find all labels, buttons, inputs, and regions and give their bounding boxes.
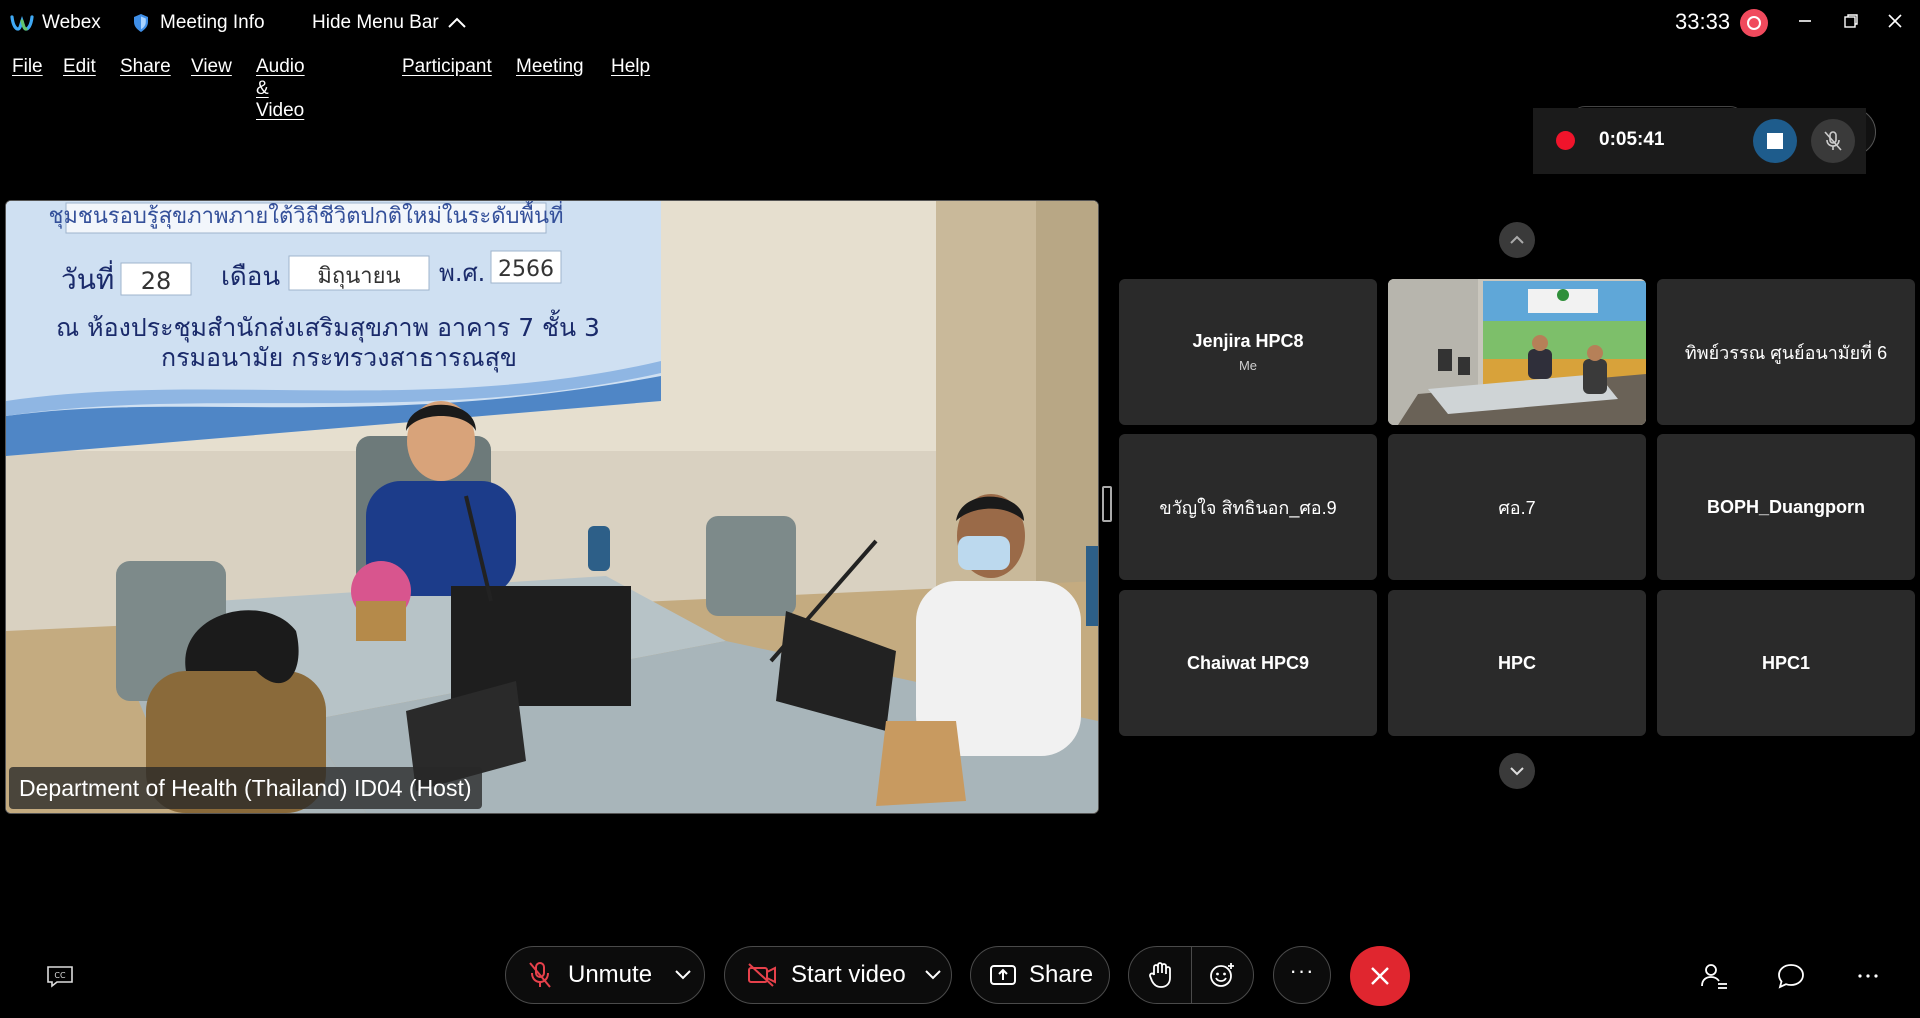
mic-muted-icon: [529, 962, 551, 988]
layout-splitter-handle[interactable]: [1102, 486, 1112, 522]
record-dot-icon: [1556, 131, 1575, 150]
menu-view[interactable]: View: [191, 56, 232, 78]
close-window-button[interactable]: [1872, 6, 1918, 36]
more-horizontal-icon: ···: [1289, 958, 1315, 983]
recording-mic-button[interactable]: [1811, 119, 1855, 163]
participant-tile-sor7[interactable]: ศอ.7: [1388, 434, 1646, 580]
banner-month-prefix: เดือน: [221, 262, 280, 292]
banner-title-text: ชุมชนรอบรู้สุขภาพภายใต้วิถีชีวิตปกติใหม่…: [48, 201, 563, 229]
closed-captions-button[interactable]: CC: [42, 958, 78, 994]
participant-self-tag: Me: [1238, 358, 1258, 373]
chat-bubble-icon: [1778, 964, 1804, 989]
webex-logo-icon: [10, 15, 34, 31]
start-video-label: Start video: [791, 961, 906, 988]
share-screen-icon: [990, 965, 1016, 985]
host-name-label: Department of Health (Thailand) ID04 (Ho…: [9, 767, 482, 809]
share-label: Share: [1029, 961, 1094, 988]
participant-tile-hpc1[interactable]: HPC1: [1657, 590, 1915, 736]
meeting-timer: 33:33: [1675, 9, 1731, 34]
app-name: Webex: [42, 12, 101, 33]
video-off-icon: [748, 963, 776, 987]
menu-share[interactable]: Share: [120, 56, 171, 78]
gallery-scroll-down-button[interactable]: [1499, 753, 1535, 789]
menu-help[interactable]: Help: [611, 56, 650, 78]
participant-tile-chaiwat[interactable]: Chaiwat HPC9: [1119, 590, 1377, 736]
participants-panel-button[interactable]: [1696, 958, 1732, 994]
restore-button[interactable]: [1828, 6, 1874, 36]
close-icon: [1888, 14, 1902, 28]
participant-tile-video[interactable]: [1388, 279, 1646, 425]
participant-video-feed: [1388, 279, 1646, 425]
participant-tile-hpc[interactable]: HPC: [1388, 590, 1646, 736]
menu-audio-video[interactable]: Audio & Video: [256, 56, 305, 122]
banner-day: 28: [141, 267, 172, 295]
hide-menu-bar-button[interactable]: Hide Menu Bar: [312, 10, 467, 36]
webex-app-label[interactable]: Webex: [10, 10, 101, 36]
participant-tile-jenjira[interactable]: Jenjira HPC8 Me: [1119, 279, 1377, 425]
recording-elapsed-time: 0:05:41: [1599, 129, 1665, 150]
gallery-scroll-up-button[interactable]: [1499, 222, 1535, 258]
minimize-button[interactable]: [1782, 6, 1828, 36]
cc-icon-glyph: CC: [54, 971, 66, 980]
participant-name: ขวัญใจ สิทธินอก_ศอ.9: [1159, 497, 1337, 518]
title-bar: Webex Meeting Info Hide Menu Bar 33:33: [0, 0, 1920, 46]
unmute-label: Unmute: [568, 961, 653, 988]
banner-year: 2566: [498, 257, 554, 282]
banner-year-prefix: พ.ศ.: [439, 259, 485, 287]
chevron-up-icon: [448, 17, 466, 28]
emoji-icon: [1210, 963, 1235, 987]
chevron-down-icon: [1510, 767, 1524, 776]
menu-file[interactable]: File: [12, 56, 43, 78]
meeting-info-button[interactable]: Meeting Info: [132, 10, 265, 36]
minimize-icon: [1799, 20, 1811, 22]
participant-name: HPC: [1497, 652, 1536, 673]
chat-panel-button[interactable]: [1773, 958, 1809, 994]
participant-tile-kwanjai[interactable]: ขวัญใจ สิทธินอก_ศอ.9: [1119, 434, 1377, 580]
more-options-button[interactable]: ···: [1273, 946, 1331, 1004]
stop-icon: [1767, 133, 1783, 149]
close-icon: [1371, 967, 1389, 985]
more-horizontal-icon: [1858, 974, 1878, 978]
reactions-group: [1128, 946, 1254, 1004]
share-button[interactable]: Share: [970, 946, 1110, 1004]
restore-icon: [1844, 14, 1858, 28]
banner-location-text: ณ ห้องประชุมสำนักส่งเสริมสุขภาพ อาคาร 7 …: [56, 309, 600, 343]
hide-menu-bar-label: Hide Menu Bar: [312, 12, 439, 33]
leave-meeting-button[interactable]: [1350, 946, 1410, 1006]
participant-tile-tippawan[interactable]: ทิพย์วรรณ ศูนย์อนามัยที่ 6: [1657, 279, 1915, 425]
banner-month: มิถุนายน: [317, 264, 400, 289]
chevron-up-icon: [1510, 235, 1524, 244]
menu-participant[interactable]: Participant: [402, 56, 492, 78]
stop-recording-button[interactable]: [1753, 119, 1797, 163]
recording-indicator-icon[interactable]: [1740, 9, 1768, 37]
shield-icon: [134, 14, 148, 32]
raise-hand-button[interactable]: [1129, 947, 1192, 1003]
banner-date-prefix: วันที่: [61, 260, 114, 296]
participant-name: BOPH_Duangporn: [1706, 496, 1865, 517]
mic-off-icon: [1824, 131, 1842, 151]
more-panels-button[interactable]: [1850, 958, 1886, 994]
participant-name: Jenjira HPC8: [1192, 331, 1304, 351]
cc-icon: CC: [47, 966, 73, 988]
main-video-stage[interactable]: ชุมชนรอบรู้สุขภาพภายใต้วิถีชีวิตปกติใหม่…: [5, 200, 1099, 814]
host-video-feed: ชุมชนรอบรู้สุขภาพภายใต้วิถีชีวิตปกติใหม่…: [6, 201, 1098, 813]
participant-name: ศอ.7: [1498, 497, 1536, 518]
participant-tile-boph-duangporn[interactable]: BOPH_Duangporn: [1657, 434, 1915, 580]
participant-name: HPC1: [1761, 652, 1810, 673]
recording-panel: 0:05:41: [1533, 108, 1866, 174]
chevron-down-icon[interactable]: [924, 969, 942, 981]
start-video-button[interactable]: Start video: [724, 946, 952, 1004]
participant-name: ทิพย์วรรณ ศูนย์อนามัยที่ 6: [1684, 342, 1888, 363]
chevron-down-icon[interactable]: [674, 969, 692, 981]
menu-edit[interactable]: Edit: [63, 56, 96, 78]
menu-meeting[interactable]: Meeting: [516, 56, 584, 78]
banner-department-text: กรมอนามัย กระทรวงสาธารณสุข: [161, 343, 517, 373]
unmute-button[interactable]: Unmute: [505, 946, 705, 1004]
reactions-button[interactable]: [1192, 947, 1253, 1003]
participant-name: Chaiwat HPC9: [1186, 652, 1310, 673]
participants-icon: [1701, 964, 1727, 989]
raise-hand-icon: [1149, 962, 1171, 988]
meeting-info-label: Meeting Info: [160, 12, 265, 33]
